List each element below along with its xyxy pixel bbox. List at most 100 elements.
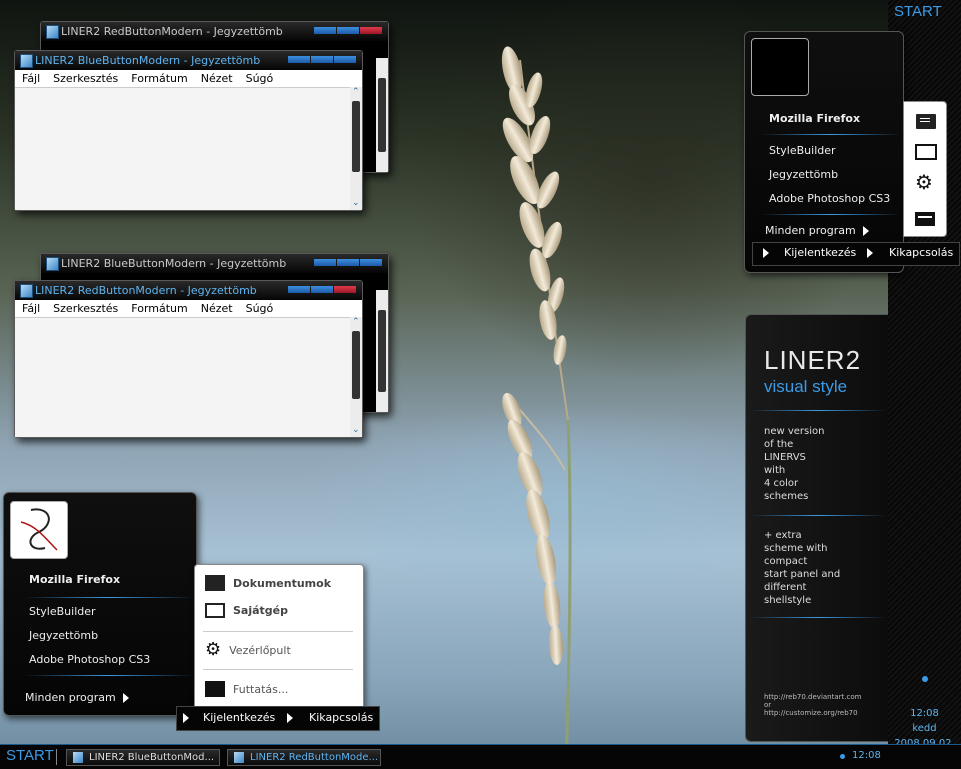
arrow-right-icon — [122, 693, 129, 703]
menu-format[interactable]: Formátum — [131, 302, 187, 315]
minimize-button[interactable] — [314, 259, 336, 266]
pinned-firefox[interactable]: Mozilla Firefox — [29, 573, 120, 586]
user-avatar[interactable] — [751, 38, 809, 96]
menu-help[interactable]: Súgó — [246, 72, 274, 85]
liner-links: http://reb70.deviantart.com or http://cust… — [764, 693, 862, 717]
start-menu-bottom-right-panel: Dokumentumok Sajátgép ⚙ Vezérlőpult Futt… — [194, 564, 364, 710]
menu-item-run[interactable]: Futtatás... — [205, 681, 288, 697]
start-button[interactable]: START — [6, 747, 54, 764]
window-title: LINER2 RedButtonModern - Jegyzettömb — [35, 284, 257, 297]
gear-icon[interactable]: ⚙ — [915, 172, 933, 192]
taskbar-button-blue[interactable]: LINER2 BlueButtonMod... — [66, 749, 220, 766]
documents-icon — [205, 575, 225, 591]
liner-subtitle: visual style — [764, 377, 848, 396]
start-menu-bottom: Mozilla Firefox StyleBuilder Jegyzettömb… — [3, 492, 197, 716]
maximize-button[interactable] — [311, 286, 333, 293]
scroll-down-icon[interactable]: ⌄ — [352, 198, 360, 208]
blue-dot-icon — [921, 676, 928, 682]
menu-view[interactable]: Nézet — [201, 72, 233, 85]
side-clock: 12:08 kedd 2008.09.02. — [888, 676, 961, 749]
scrollbar[interactable]: ⌃ ⌄ — [350, 317, 362, 437]
scrollbar[interactable] — [376, 290, 388, 412]
menu-item-control-panel[interactable]: ⚙ Vezérlőpult — [205, 641, 291, 659]
menu-bar: Fájl Szerkesztés Formátum Nézet Súgó — [15, 70, 362, 87]
menu-item-notepad[interactable]: Jegyzettömb — [29, 629, 98, 642]
scroll-down-icon[interactable]: ⌄ — [352, 425, 360, 435]
liner2-info-panel: LINER2 visual style new version of the LIN… — [745, 314, 888, 742]
user-avatar[interactable] — [10, 501, 68, 559]
pinned-firefox[interactable]: Mozilla Firefox — [769, 112, 860, 125]
close-button[interactable] — [334, 56, 356, 63]
maximize-button[interactable] — [311, 56, 333, 63]
close-button[interactable] — [334, 286, 356, 293]
monitor-icon[interactable] — [915, 144, 937, 160]
start-menu-top: Mozilla Firefox StyleBuilder Jegyzettömb… — [744, 31, 904, 273]
menu-item-stylebuilder[interactable]: StyleBuilder — [769, 144, 836, 157]
menu-item-notepad[interactable]: Jegyzettömb — [769, 168, 838, 181]
menu-item-photoshop[interactable]: Adobe Photoshop CS3 — [29, 653, 150, 666]
window-title: LINER2 RedButtonModern - Jegyzettömb — [61, 25, 283, 38]
menu-format[interactable]: Formátum — [131, 72, 187, 85]
menu-item-computer[interactable]: Sajátgép — [205, 603, 288, 618]
gear-icon: ⚙ — [205, 639, 222, 660]
all-programs-label: Minden program — [25, 691, 116, 704]
menu-edit[interactable]: Szerkesztés — [53, 302, 118, 315]
all-programs-button[interactable]: Minden program — [25, 691, 129, 704]
close-button[interactable] — [360, 259, 382, 266]
menu-help[interactable]: Súgó — [246, 302, 274, 315]
arrow-right-icon — [862, 226, 869, 236]
menu-item-stylebuilder[interactable]: StyleBuilder — [29, 605, 96, 618]
notepad-window-front-red[interactable]: LINER2 RedButtonModern - Jegyzettömb Fáj… — [14, 280, 363, 438]
maximize-button[interactable] — [337, 27, 359, 34]
logoff-button[interactable]: Kijelentkezés — [784, 246, 856, 259]
notepad-icon — [73, 752, 83, 763]
notepad-window-front-blue[interactable]: LINER2 BlueButtonModern - Jegyzettömb Fá… — [14, 50, 363, 211]
menu-edit[interactable]: Szerkesztés — [53, 72, 118, 85]
notepad-icon — [46, 25, 59, 39]
minimize-button[interactable] — [314, 27, 336, 34]
notepad-icon — [46, 257, 59, 271]
close-button[interactable] — [360, 27, 382, 34]
notepad-icon — [234, 752, 244, 763]
window-title: LINER2 BlueButtonModern - Jegyzettömb — [35, 54, 261, 67]
text-area[interactable] — [15, 317, 350, 437]
minimize-button[interactable] — [288, 286, 310, 293]
window-title: LINER2 BlueButtonModern - Jegyzettömb — [61, 257, 287, 270]
scroll-up-icon[interactable]: ⌃ — [352, 87, 360, 97]
notepad-icon — [20, 54, 33, 68]
menu-file[interactable]: Fájl — [22, 72, 40, 85]
menu-item-documents[interactable]: Dokumentumok — [205, 575, 331, 591]
maximize-button[interactable] — [337, 259, 359, 266]
link-deviantart[interactable]: http://reb70.deviantart.com — [764, 693, 861, 701]
documents-label: Dokumentumok — [233, 576, 332, 590]
title-bar[interactable]: LINER2 BlueButtonModern - Jegyzettömb — [41, 254, 388, 273]
arrow-right-icon — [763, 248, 769, 258]
shutdown-button[interactable]: Kikapcsolás — [889, 246, 953, 259]
shutdown-button[interactable]: Kikapcsolás — [309, 711, 373, 724]
monitor-icon — [205, 603, 225, 618]
title-bar[interactable]: LINER2 BlueButtonModern - Jegyzettömb — [15, 51, 362, 70]
minimize-button[interactable] — [288, 56, 310, 63]
scrollbar[interactable] — [376, 58, 388, 172]
text-area[interactable] — [15, 87, 350, 210]
menu-view[interactable]: Nézet — [201, 302, 233, 315]
control-panel-label: Vezérlőpult — [229, 643, 291, 657]
menu-item-photoshop[interactable]: Adobe Photoshop CS3 — [769, 192, 890, 205]
run-icon[interactable] — [915, 212, 935, 226]
scroll-up-icon[interactable]: ⌃ — [352, 317, 360, 327]
title-bar[interactable]: LINER2 RedButtonModern - Jegyzettömb — [15, 281, 362, 300]
computer-label: Sajátgép — [233, 604, 289, 617]
taskbar-clock[interactable]: 12:08 — [852, 750, 881, 761]
run-label: Futtatás... — [233, 682, 289, 696]
start-top-label[interactable]: START — [894, 3, 942, 20]
run-icon — [205, 681, 225, 697]
scrollbar[interactable]: ⌃ ⌄ — [350, 87, 362, 210]
menu-file[interactable]: Fájl — [22, 302, 40, 315]
link-customize[interactable]: http://customize.org/reb70 — [764, 709, 861, 717]
logoff-button[interactable]: Kijelentkezés — [203, 711, 275, 724]
all-programs-button[interactable]: Minden program — [765, 224, 869, 237]
notepad-icon — [20, 284, 33, 298]
documents-icon[interactable] — [916, 114, 936, 129]
title-bar[interactable]: LINER2 RedButtonModern - Jegyzettömb — [41, 22, 388, 41]
taskbar-button-red[interactable]: LINER2 RedButtonMode... — [227, 749, 381, 766]
